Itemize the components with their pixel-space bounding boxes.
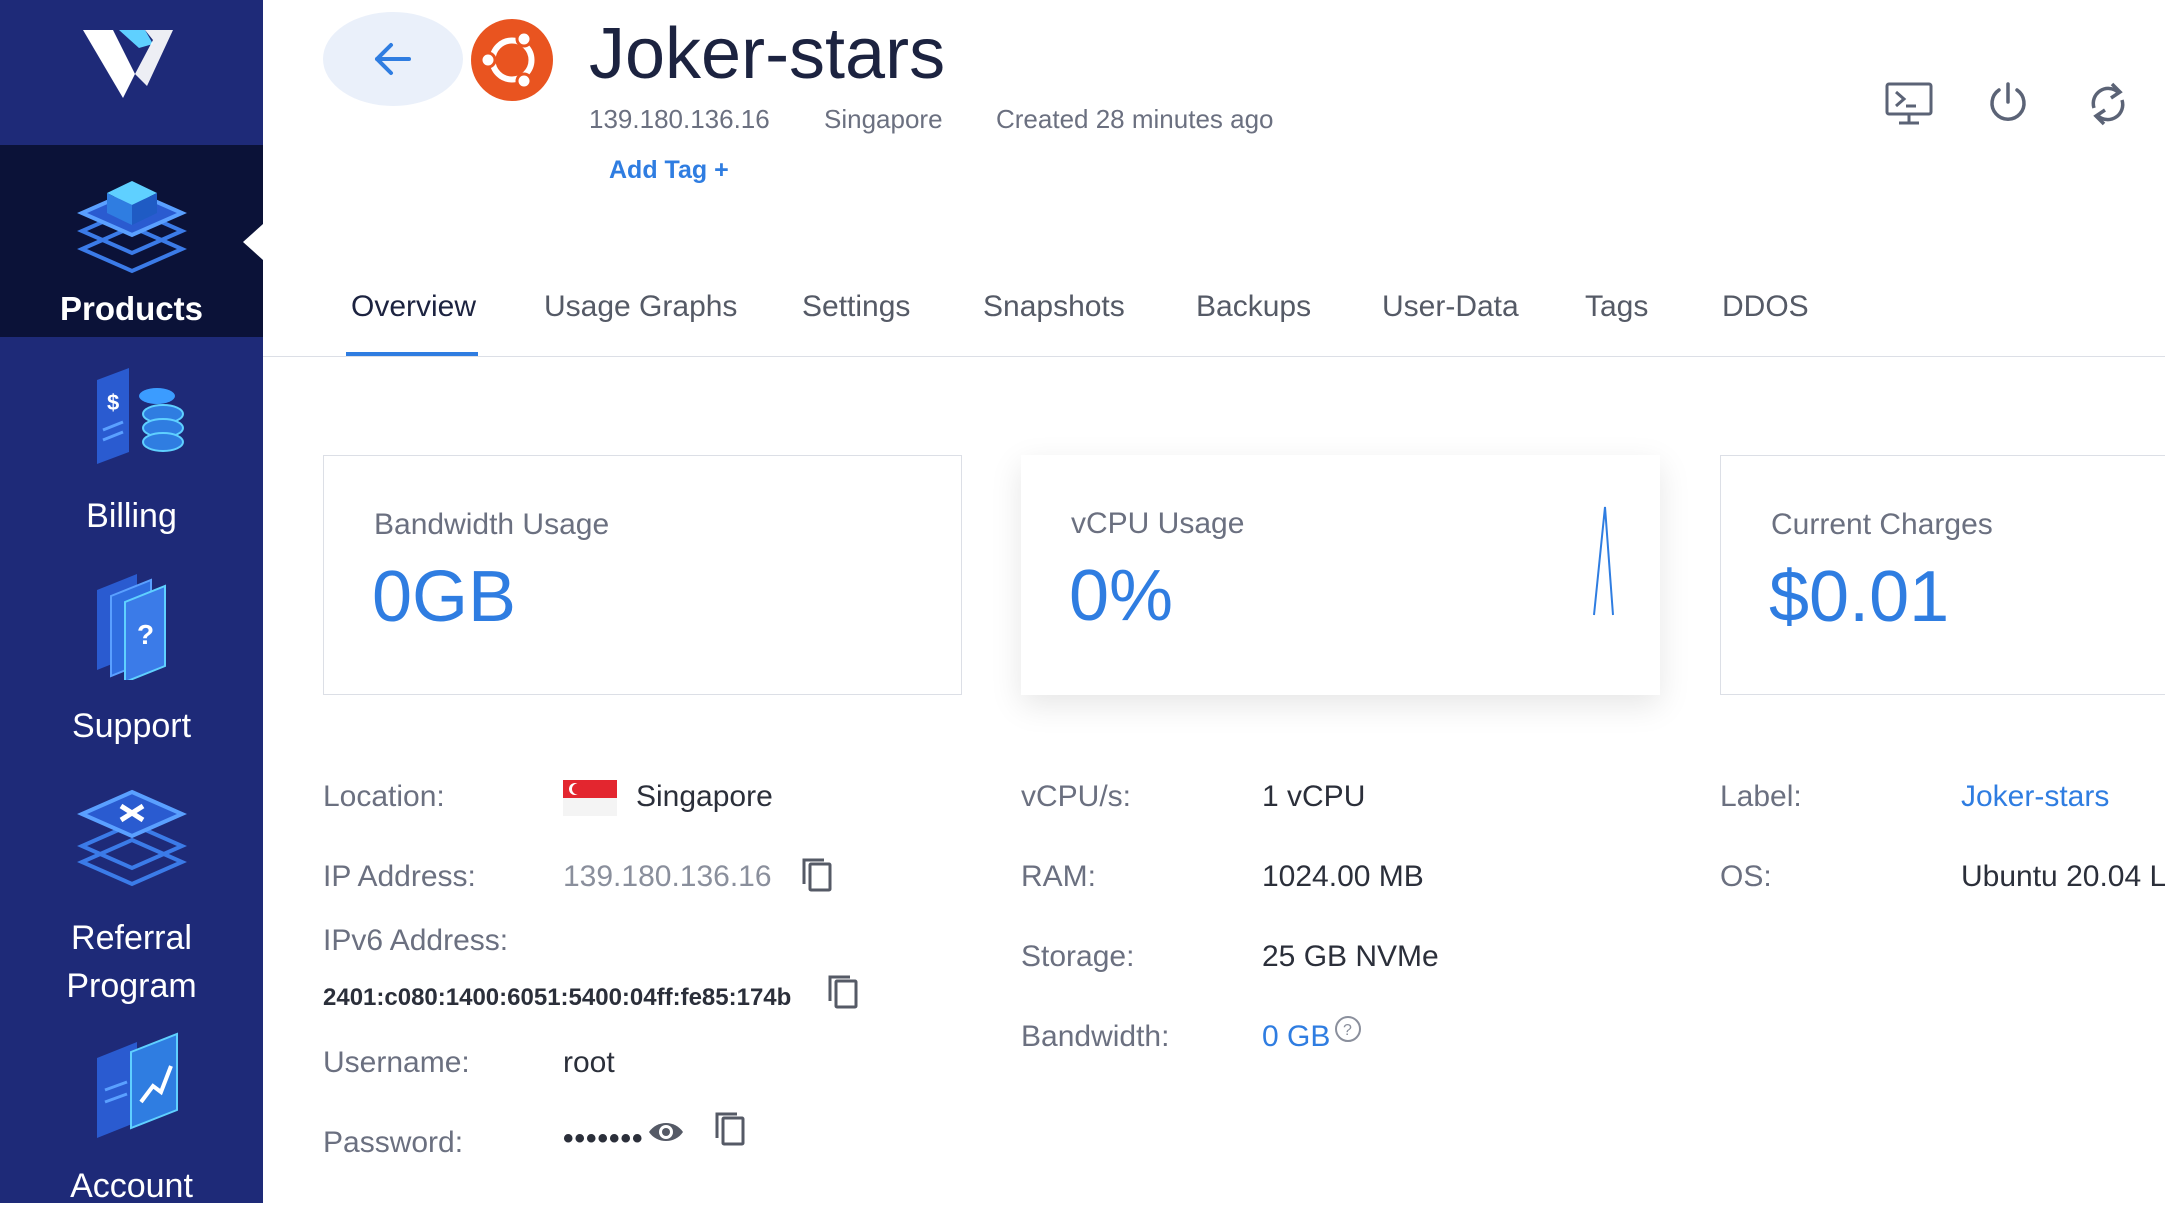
- products-stack-icon: [76, 181, 187, 274]
- bandwidth-card: Bandwidth Usage 0GB: [323, 455, 962, 695]
- sidebar-item-label: Billing: [86, 497, 177, 535]
- header-location: Singapore: [824, 104, 943, 134]
- location-label: Location:: [323, 780, 445, 813]
- power-icon[interactable]: [1986, 80, 2030, 124]
- storage-label: Storage:: [1021, 940, 1135, 973]
- ipv6-value: 2401:c080:1400:6051:5400:04ff:fe85:174b: [323, 984, 792, 1011]
- os-value: Ubuntu 20.04 L: [1961, 860, 2165, 893]
- account-chart-icon: [96, 1032, 178, 1138]
- sidebar-item-label: Referral: [71, 919, 192, 957]
- sidebar-item-products[interactable]: Products: [0, 145, 263, 337]
- vcpus-label: vCPU/s:: [1021, 780, 1132, 813]
- svg-text:$: $: [107, 390, 119, 415]
- sidebar-item-billing[interactable]: $ Billing: [0, 360, 263, 540]
- sidebar-item-label: Support: [71, 707, 192, 745]
- add-tag-link[interactable]: Add Tag +: [609, 156, 729, 185]
- card-title: Bandwidth Usage: [374, 508, 610, 541]
- tab-settings[interactable]: Settings: [802, 290, 910, 344]
- active-tab-underline: [346, 352, 478, 356]
- password-label: Password:: [323, 1126, 464, 1159]
- location-value: Singapore: [636, 780, 773, 813]
- svg-text:?: ?: [1343, 1022, 1352, 1039]
- tab-ddos[interactable]: DDOS: [1722, 290, 1809, 344]
- support-question-icon: ?: [96, 574, 166, 680]
- copy-password-icon[interactable]: [713, 1110, 747, 1148]
- card-value: 0GB: [372, 557, 517, 637]
- header-ip: 139.180.136.16: [589, 104, 770, 134]
- page-title: Joker-stars: [589, 14, 946, 94]
- ip-value: 139.180.136.16: [563, 860, 772, 893]
- tab-bar: Overview Usage Graphs Settings Snapshots…: [263, 280, 2165, 357]
- active-indicator: [243, 224, 263, 260]
- password-value: •••••••: [563, 1122, 644, 1155]
- os-label: OS:: [1720, 860, 1772, 893]
- bandwidth-label: Bandwidth:: [1021, 1020, 1170, 1053]
- vultr-logo[interactable]: [0, 0, 263, 145]
- referral-icon: [76, 789, 187, 887]
- sidebar-item-support[interactable]: ? Support: [0, 570, 263, 750]
- tab-overview[interactable]: Overview: [351, 290, 476, 344]
- charges-card: Current Charges $0.01: [1720, 455, 2165, 695]
- tab-snapshots[interactable]: Snapshots: [983, 290, 1125, 344]
- vcpu-card: vCPU Usage 0%: [1021, 455, 1660, 695]
- sidebar-item-referral[interactable]: Referral Program: [0, 780, 263, 1005]
- copy-ip-icon[interactable]: [800, 856, 834, 894]
- username-label: Username:: [323, 1046, 470, 1079]
- help-icon[interactable]: ?: [1333, 1014, 1363, 1044]
- vcpu-sparkline: [1593, 506, 1614, 616]
- tab-tags[interactable]: Tags: [1585, 290, 1648, 344]
- sidebar: Products $ Billing ? Support Referral Pr…: [0, 0, 263, 1205]
- vcpus-value: 1 vCPU: [1262, 780, 1366, 813]
- billing-coins-icon: $: [96, 368, 184, 464]
- card-value: $0.01: [1769, 557, 1950, 637]
- copy-ipv6-icon[interactable]: [826, 973, 860, 1011]
- eye-icon[interactable]: [647, 1118, 685, 1146]
- ram-label: RAM:: [1021, 860, 1096, 893]
- card-title: vCPU Usage: [1071, 507, 1245, 540]
- username-value: root: [563, 1046, 615, 1079]
- header-created: Created 28 minutes ago: [996, 104, 1274, 134]
- ipv6-label: IPv6 Address:: [323, 924, 509, 957]
- server-label-value[interactable]: Joker-stars: [1961, 780, 2109, 814]
- console-icon[interactable]: [1884, 80, 1934, 128]
- tab-user-data[interactable]: User-Data: [1382, 290, 1519, 344]
- sidebar-item-label: Program: [66, 967, 197, 1005]
- tab-usage-graphs[interactable]: Usage Graphs: [544, 290, 737, 344]
- ubuntu-logo-icon: [471, 19, 553, 101]
- sidebar-item-account[interactable]: Account: [0, 1030, 263, 1205]
- sidebar-item-label: Products: [59, 290, 204, 327]
- back-button[interactable]: [323, 12, 463, 106]
- card-value: 0%: [1069, 556, 1174, 636]
- tab-backups[interactable]: Backups: [1196, 290, 1311, 344]
- arrow-left-icon: [375, 43, 411, 75]
- ram-value: 1024.00 MB: [1262, 860, 1424, 893]
- card-title: Current Charges: [1771, 508, 1993, 541]
- vultr-logo-icon: [83, 30, 173, 98]
- restart-icon[interactable]: [2086, 80, 2130, 128]
- svg-text:?: ?: [137, 619, 154, 650]
- server-label-label: Label:: [1720, 780, 1802, 813]
- singapore-flag-icon: [563, 780, 617, 816]
- storage-value: 25 GB NVMe: [1262, 940, 1439, 973]
- ip-label: IP Address:: [323, 860, 476, 893]
- bandwidth-value[interactable]: 0 GB: [1262, 1020, 1330, 1054]
